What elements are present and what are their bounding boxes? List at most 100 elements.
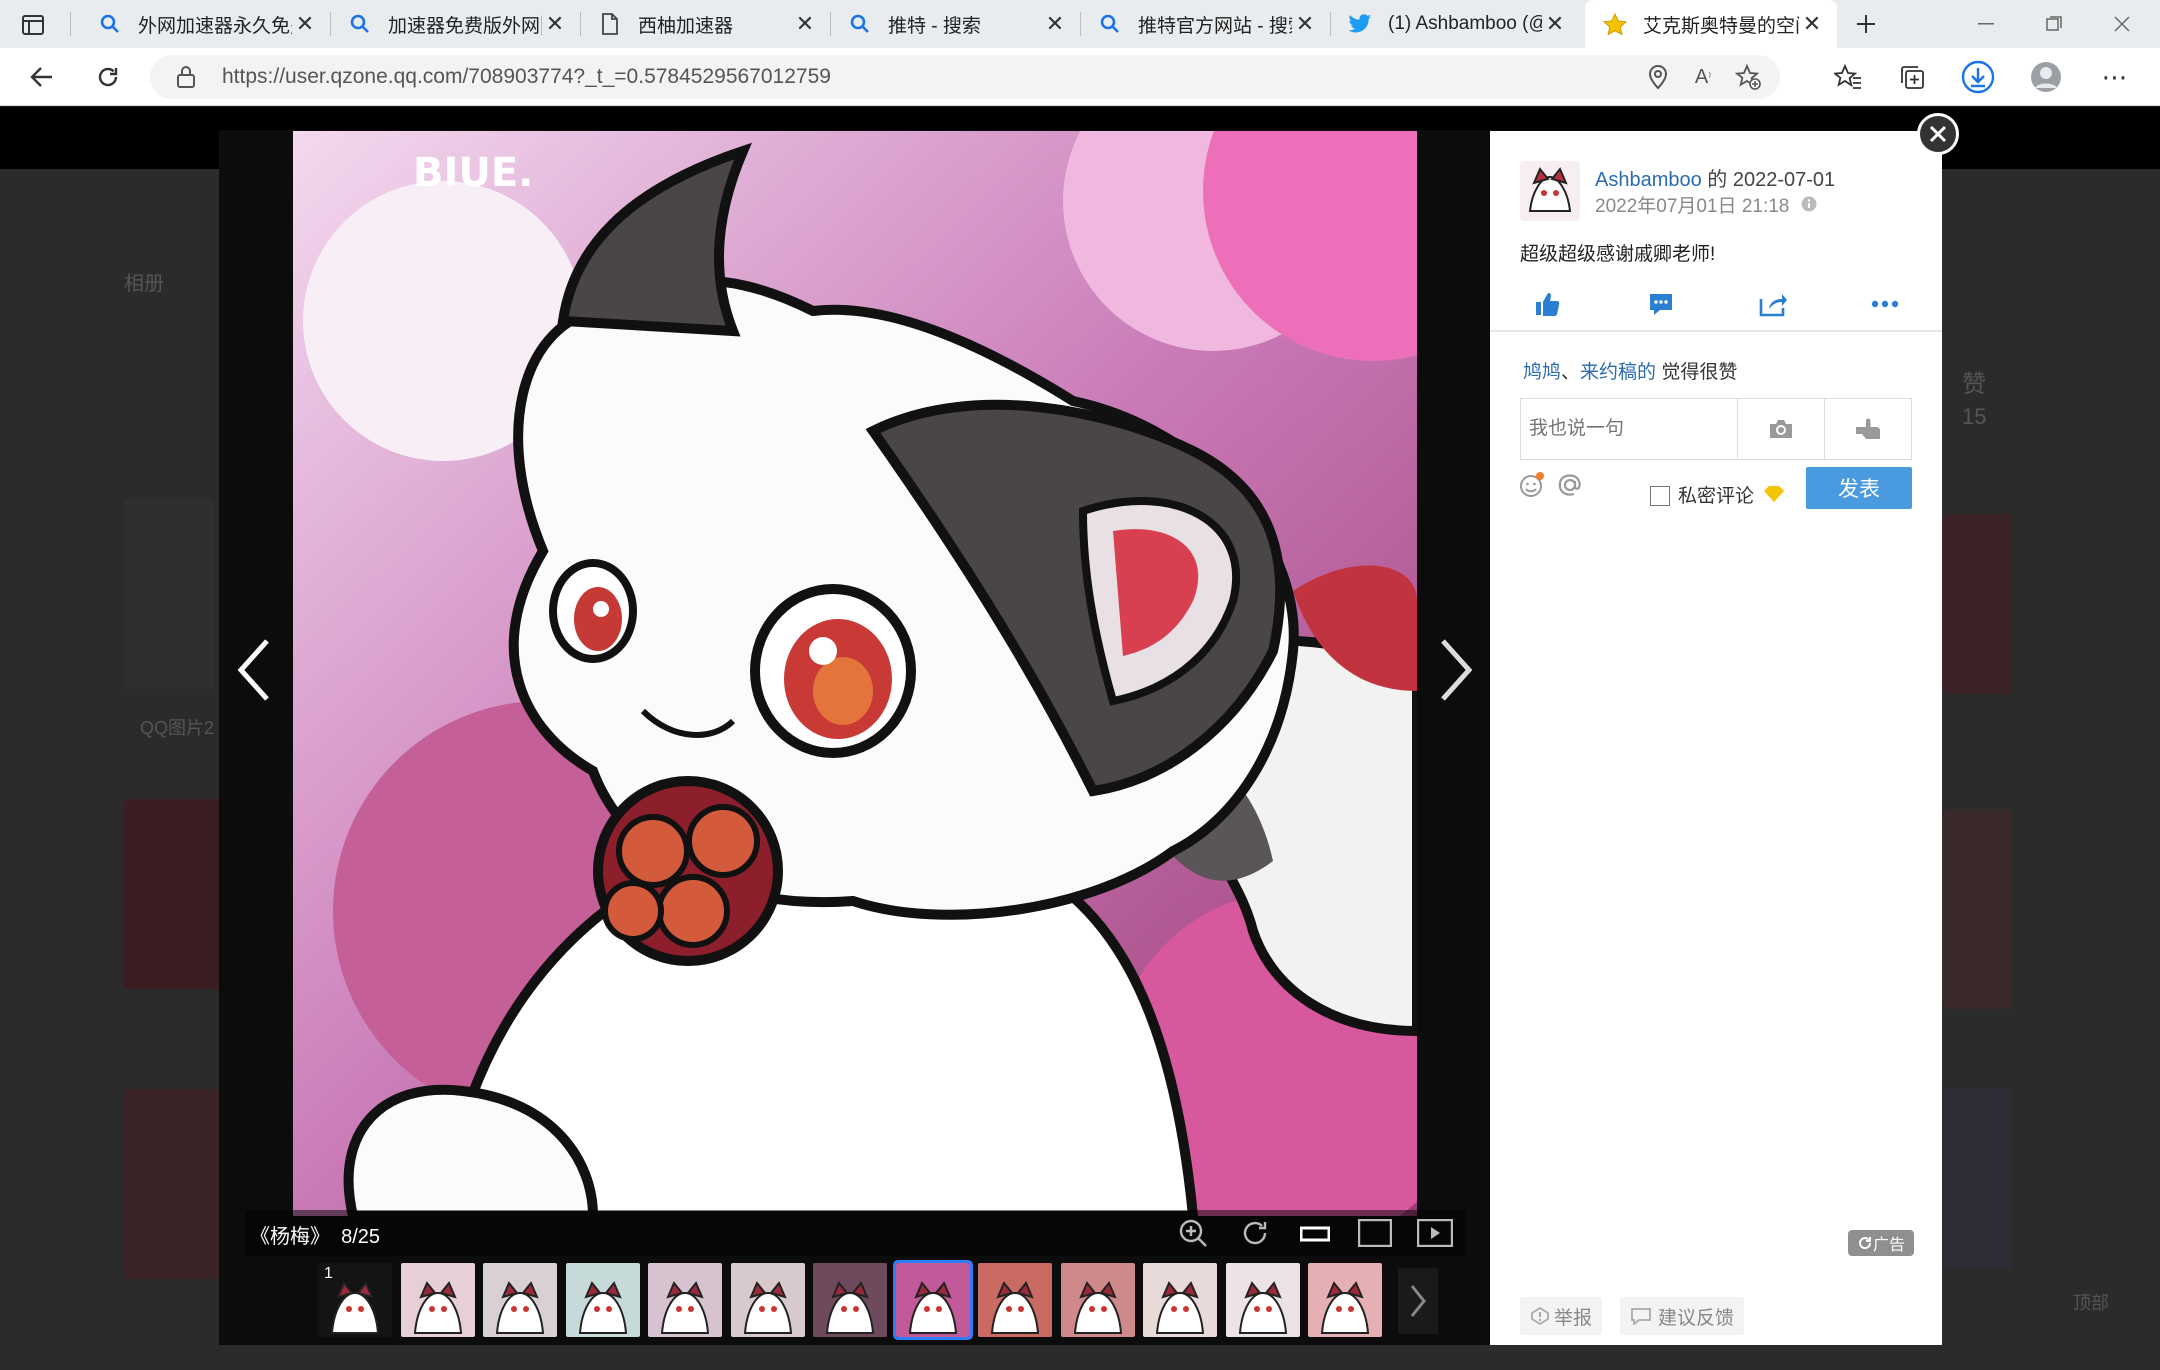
previous-photo-arrow[interactable] <box>225 620 285 720</box>
original-size-icon[interactable] <box>1357 1218 1393 1248</box>
browser-tab[interactable]: 西柚加速器 ✕ <box>580 0 830 48</box>
thumbnail[interactable] <box>892 1260 973 1340</box>
like-suffix: 觉得很赞 <box>1656 362 1738 383</box>
ad-tag[interactable]: 广告 <box>1848 1230 1914 1256</box>
add-favorite-icon[interactable] <box>1730 59 1766 95</box>
ad-label: 广告 <box>1872 1237 1905 1254</box>
like-list: 鸠鸠、来约稿的 觉得很赞 <box>1523 357 1737 384</box>
browser-tab[interactable]: (1) Ashbamboo (@ ✕ <box>1330 0 1580 48</box>
url-text[interactable]: https://user.qzone.qq.com/708903774?_t_=… <box>222 65 831 89</box>
like-icon[interactable] <box>1532 289 1562 319</box>
share-icon[interactable] <box>1758 289 1788 319</box>
lock-icon[interactable] <box>176 65 196 94</box>
author-line: Ashbamboo 的 2022-07-01 <box>1595 163 1835 192</box>
comment-box <box>1520 398 1912 460</box>
thumbnail[interactable] <box>1143 1263 1217 1337</box>
slideshow-icon[interactable] <box>1417 1218 1453 1248</box>
browser-tab[interactable]: 推特 - 搜索 ✕ <box>830 0 1080 48</box>
author-avatar[interactable] <box>1520 161 1580 221</box>
close-window-button[interactable] <box>2088 0 2156 48</box>
info-icon[interactable] <box>1801 196 1817 218</box>
profile-avatar-icon[interactable] <box>2028 59 2064 95</box>
thumbnail[interactable] <box>483 1263 557 1337</box>
bg-album-caption: QQ图片2 <box>140 718 215 738</box>
bg-like-label: 赞 <box>1962 371 1986 398</box>
main-photo[interactable]: BIUE. <box>293 131 1417 1216</box>
address-bar[interactable]: https://user.qzone.qq.com/708903774?_t_=… <box>150 55 1780 99</box>
thumbnail[interactable] <box>1225 1263 1300 1337</box>
star-icon <box>1603 12 1627 36</box>
emoji-icon[interactable] <box>1518 471 1546 499</box>
more-icon[interactable] <box>1870 289 1900 319</box>
refresh-icon <box>1859 1237 1871 1250</box>
browser-tab[interactable]: 加速器免费版外网🆓✕ <box>330 0 580 48</box>
bg-album-card <box>124 799 224 989</box>
photo-index: 8/25 <box>341 1226 381 1248</box>
bg-album-card <box>1942 809 2012 1009</box>
close-tab-icon[interactable]: ✕ <box>292 11 318 37</box>
reload-button[interactable] <box>88 57 128 97</box>
close-tab-icon[interactable]: ✕ <box>1042 11 1068 37</box>
thumbnail[interactable] <box>1060 1263 1135 1337</box>
thumbnail[interactable] <box>978 1263 1052 1337</box>
search-icon <box>348 12 372 36</box>
thumbnail[interactable] <box>565 1263 640 1337</box>
document-icon <box>598 12 622 36</box>
like-user[interactable]: 鸠鸠 <box>1523 362 1561 383</box>
next-photo-arrow[interactable] <box>1425 620 1485 720</box>
author-name[interactable]: Ashbamboo <box>1595 169 1702 191</box>
search-icon <box>848 12 872 36</box>
close-tab-icon[interactable]: ✕ <box>1292 11 1318 37</box>
like-user[interactable]: 来约稿的 <box>1580 362 1656 383</box>
browser-toolbar: https://user.qzone.qq.com/708903774?_t_=… <box>0 48 2160 106</box>
close-tab-icon[interactable]: ✕ <box>1542 11 1568 37</box>
more-menu-icon[interactable]: ⋯ <box>2096 59 2132 95</box>
tab-label: 艾克斯奥特曼的空间 <box>1643 15 1799 37</box>
feedback-button[interactable]: 建议反馈 <box>1620 1297 1745 1335</box>
browser-tab[interactable]: 推特官方网站 - 搜索 ✕ <box>1080 0 1330 48</box>
thumbnail[interactable] <box>730 1263 805 1337</box>
post-comment-button[interactable]: 发表 <box>1806 467 1912 509</box>
search-icon <box>98 12 122 36</box>
thumbnail[interactable] <box>1308 1263 1382 1337</box>
browser-tab[interactable]: 外网加速器永久免费 ✕ <box>80 0 330 48</box>
zoom-in-icon[interactable] <box>1175 1218 1211 1248</box>
comment-icon[interactable] <box>1646 289 1676 319</box>
rotate-icon[interactable] <box>1237 1218 1273 1248</box>
bg-album-card <box>124 1089 224 1279</box>
back-button[interactable] <box>22 57 62 97</box>
browser-tab[interactable]: 艾克斯奥特曼的空间 ✕ <box>1585 0 1837 48</box>
minimize-button[interactable] <box>1952 0 2020 48</box>
thumbnail-next-arrow[interactable] <box>1398 1268 1438 1334</box>
close-tab-icon[interactable]: ✕ <box>542 11 568 37</box>
location-icon[interactable] <box>1640 59 1676 95</box>
photo-caption: 《杨梅》 8/25 <box>250 1220 380 1249</box>
restore-button[interactable] <box>2020 0 2088 48</box>
tab-actions-icon[interactable] <box>18 10 48 40</box>
report-label: 举报 <box>1554 1307 1593 1329</box>
collections-icon[interactable] <box>1894 59 1930 95</box>
thumbnail[interactable] <box>400 1263 475 1337</box>
camera-icon[interactable] <box>1737 399 1824 459</box>
thumbnail[interactable] <box>648 1263 722 1337</box>
fit-width-icon[interactable] <box>1297 1218 1333 1248</box>
private-comment-label: 私密评论 <box>1678 481 1785 509</box>
close-viewer-button[interactable] <box>1917 113 1959 155</box>
private-comment-checkbox[interactable] <box>1650 486 1670 506</box>
thumbnail[interactable]: 1 <box>318 1263 392 1337</box>
new-tab-button[interactable] <box>1838 0 1894 48</box>
mention-icon[interactable] <box>1556 471 1584 499</box>
download-icon[interactable] <box>1960 59 1996 95</box>
comment-input[interactable] <box>1521 399 1737 459</box>
favorites-icon[interactable] <box>1830 59 1866 95</box>
thumbnail[interactable] <box>813 1263 887 1337</box>
close-tab-icon[interactable]: ✕ <box>792 11 818 37</box>
twitter-icon <box>1348 12 1372 36</box>
thumbnail-strip: 1 <box>318 1258 1438 1340</box>
close-tab-icon[interactable]: ✕ <box>1799 11 1825 37</box>
hand-pointer-icon[interactable] <box>1824 399 1911 459</box>
bg-like-count: 15 <box>1962 404 1987 429</box>
read-aloud-icon[interactable]: A ⁾ <box>1685 59 1721 95</box>
photo-title: 《杨梅》 <box>250 1226 330 1248</box>
report-button[interactable]: 举报 <box>1520 1297 1603 1335</box>
